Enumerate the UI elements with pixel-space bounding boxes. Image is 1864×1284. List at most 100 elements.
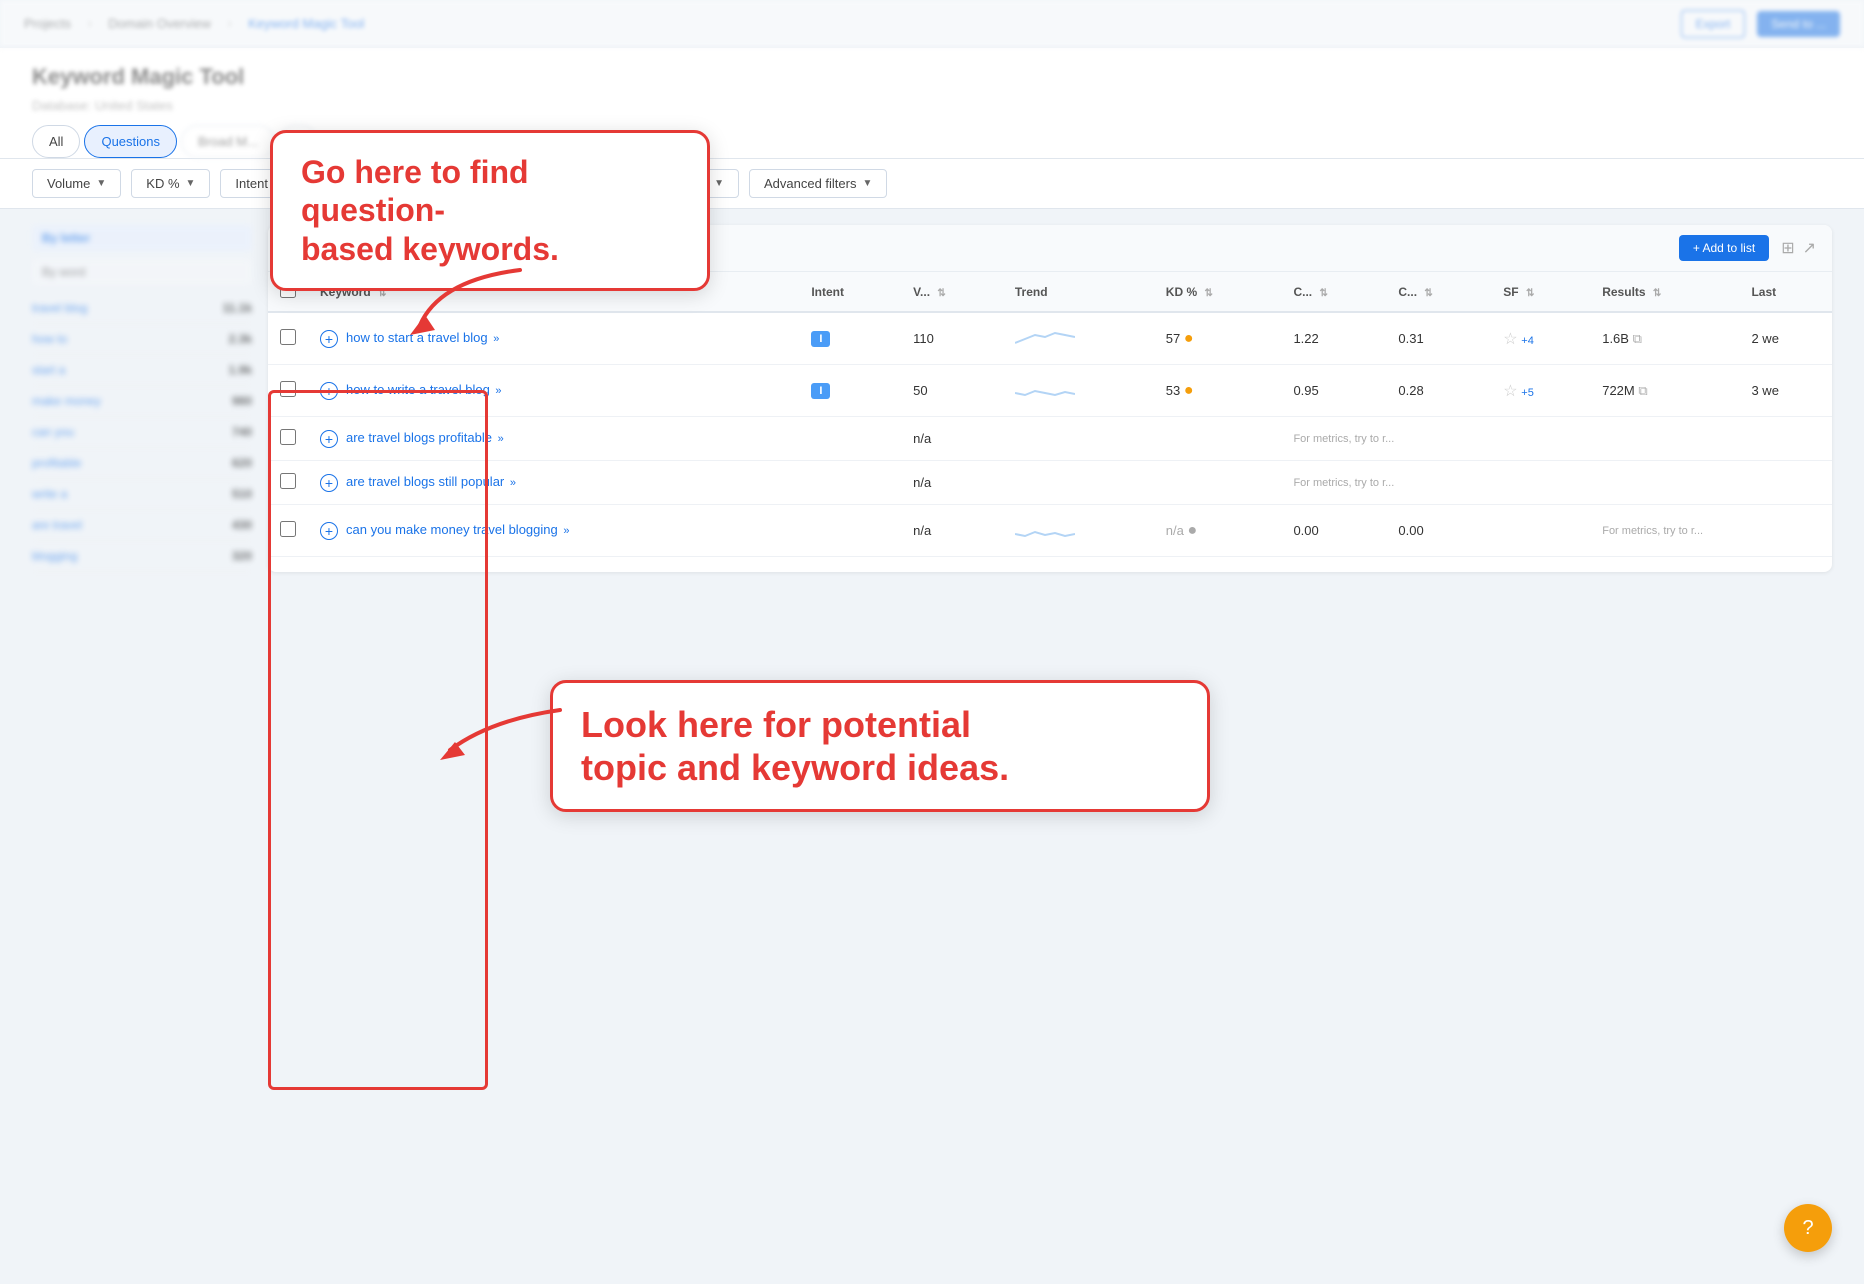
- exclude-keywords-chevron: ▼: [714, 178, 724, 189]
- star-icon[interactable]: ☆: [1503, 331, 1517, 348]
- sidebar-row: are travel 430: [32, 510, 252, 541]
- intent-label: Intent: [235, 176, 268, 191]
- keyword-cell: + can you make money travel blogging »: [320, 521, 787, 540]
- cpc2-cell: 0.00: [1386, 505, 1491, 557]
- nav-kwmagic[interactable]: Keyword Magic Tool: [248, 16, 364, 31]
- kd-chevron: ▼: [186, 178, 196, 189]
- sf-more[interactable]: +5: [1521, 387, 1534, 399]
- top-callout-text: Go here to find question-based keywords.: [301, 153, 679, 268]
- row-checkbox[interactable]: [280, 521, 296, 537]
- nav-right: Export Send to ...: [1681, 10, 1840, 38]
- sidebar-row: start a 1.9k: [32, 355, 252, 386]
- sidebar-row: profitable 620: [32, 448, 252, 479]
- sf-cell: ☆ +4: [1491, 312, 1590, 365]
- volume-cell: n/a: [901, 417, 1003, 461]
- locked-cell: For metrics, try to r...: [1281, 417, 1832, 461]
- table-row: + how to write a travel blog » I 50 53 ●…: [268, 365, 1832, 417]
- intent-cell: [799, 461, 901, 505]
- fab-button[interactable]: ?: [1784, 1204, 1832, 1252]
- trend-chart: [1015, 325, 1075, 349]
- last-cell: 3 we: [1739, 365, 1832, 417]
- advanced-filters-filter[interactable]: Advanced filters ▼: [749, 169, 887, 198]
- volume-cell: n/a: [901, 505, 1003, 557]
- col-last[interactable]: Last: [1739, 272, 1832, 312]
- cpc1-cell: 0.00: [1281, 505, 1386, 557]
- col-volume[interactable]: V... ⇅: [901, 272, 1003, 312]
- export-button[interactable]: Export: [1681, 10, 1746, 38]
- kd-cell: [1154, 461, 1282, 505]
- col-trend[interactable]: Trend: [1003, 272, 1154, 312]
- kd-cell: 57 ●: [1154, 312, 1282, 365]
- bottom-arrow: [430, 690, 570, 770]
- sidebar-row: make money 980: [32, 386, 252, 417]
- nav-left: Projects › Domain Overview › Keyword Mag…: [24, 15, 1665, 33]
- volume-filter[interactable]: Volume ▼: [32, 169, 121, 198]
- nav-domain[interactable]: Domain Overview: [108, 16, 211, 31]
- intent-cell: [799, 505, 901, 557]
- row-checkbox[interactable]: [280, 473, 296, 489]
- copy-icon[interactable]: ⧉: [1638, 383, 1647, 398]
- keyword-link[interactable]: can you make money travel blogging »: [346, 521, 569, 539]
- add-keyword-icon[interactable]: +: [320, 330, 338, 348]
- tab-all[interactable]: All: [32, 125, 80, 158]
- copy-icon[interactable]: ⧉: [1633, 331, 1642, 346]
- col-intent[interactable]: Intent: [799, 272, 901, 312]
- row-checkbox[interactable]: [280, 381, 296, 397]
- intent-cell: [799, 417, 901, 461]
- keyword-cell: + are travel blogs still popular »: [320, 473, 787, 492]
- trend-cell: [1003, 417, 1154, 461]
- row-checkbox[interactable]: [280, 429, 296, 445]
- volume-cell: n/a: [901, 461, 1003, 505]
- send-button[interactable]: Send to ...: [1757, 11, 1840, 37]
- keyword-link[interactable]: are travel blogs profitable »: [346, 429, 504, 447]
- top-arrow: [380, 260, 540, 340]
- keyword-link[interactable]: are travel blogs still popular »: [346, 473, 516, 491]
- add-keyword-icon[interactable]: +: [320, 430, 338, 448]
- volume-chevron: ▼: [96, 178, 106, 189]
- row-checkbox[interactable]: [280, 329, 296, 345]
- tab-broad[interactable]: Broad M...: [181, 125, 275, 158]
- add-keyword-icon[interactable]: +: [320, 382, 338, 400]
- col-cpc2[interactable]: C... ⇅: [1386, 272, 1491, 312]
- kd-cell: 53 ●: [1154, 365, 1282, 417]
- nav-projects[interactable]: Projects: [24, 16, 71, 31]
- col-kd[interactable]: KD % ⇅: [1154, 272, 1282, 312]
- kd-cell: [1154, 417, 1282, 461]
- columns-icon[interactable]: ⊞: [1781, 238, 1794, 258]
- results-cell: 1.6B ⧉: [1590, 312, 1739, 365]
- sf-more[interactable]: +4: [1521, 335, 1534, 347]
- add-to-list-button[interactable]: + Add to list: [1679, 235, 1769, 261]
- cpc1-cell: 1.22: [1281, 312, 1386, 365]
- volume-label: Volume: [47, 176, 90, 191]
- star-icon[interactable]: ☆: [1503, 383, 1517, 400]
- page-subtitle: Database: United States: [32, 98, 1832, 113]
- intent-badge: I: [811, 331, 830, 347]
- sf-cell: [1491, 505, 1590, 557]
- trend-cell: [1003, 461, 1154, 505]
- kd-cell: n/a ●: [1154, 505, 1282, 557]
- col-results[interactable]: Results ⇅: [1590, 272, 1739, 312]
- sidebar-row: can you 740: [32, 417, 252, 448]
- col-sf[interactable]: SF ⇅: [1491, 272, 1590, 312]
- tab-questions[interactable]: Questions: [84, 125, 177, 158]
- keyword-link[interactable]: how to write a travel blog »: [346, 381, 502, 399]
- add-keyword-icon[interactable]: +: [320, 522, 338, 540]
- add-keyword-icon[interactable]: +: [320, 474, 338, 492]
- trend-chart: [1015, 517, 1075, 541]
- bottom-callout-box: Look here for potentialtopic and keyword…: [550, 680, 1210, 812]
- intent-badge: I: [811, 383, 830, 399]
- locked-cell: For metrics, try to r...: [1281, 461, 1832, 505]
- advanced-filters-label: Advanced filters: [764, 176, 857, 191]
- bottom-callout-text: Look here for potentialtopic and keyword…: [581, 703, 1179, 789]
- col-cpc1[interactable]: C... ⇅: [1281, 272, 1386, 312]
- export-table-icon[interactable]: ↗: [1803, 238, 1816, 258]
- kd-label: KD %: [146, 176, 179, 191]
- last-cell: 2 we: [1739, 312, 1832, 365]
- sf-cell: ☆ +5: [1491, 365, 1590, 417]
- kd-filter[interactable]: KD % ▼: [131, 169, 210, 198]
- table-row: + can you make money travel blogging » n…: [268, 505, 1832, 557]
- fab-icon: ?: [1802, 1217, 1813, 1240]
- sidebar-row: write a 510: [32, 479, 252, 510]
- volume-cell: 50: [901, 365, 1003, 417]
- left-sidebar: By letter By word travel blog 11.1k how …: [32, 225, 252, 572]
